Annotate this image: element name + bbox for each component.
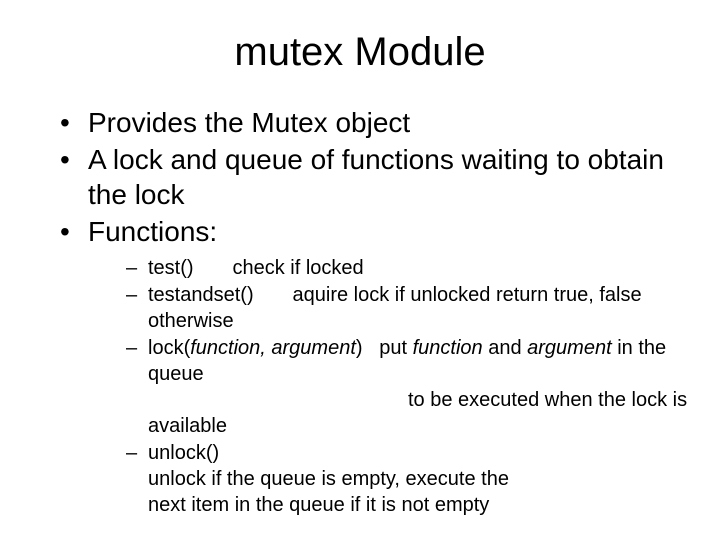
sub-bullet-item: test() check if locked [126, 255, 690, 281]
fn-desc-cont: available [148, 415, 227, 437]
fn-name: test() [148, 257, 194, 279]
fn-name: lock( [148, 337, 190, 359]
fn-desc: put [379, 337, 412, 359]
fn-desc-cont: to be executed when the lock is [148, 387, 687, 413]
sub-bullet-list: test() check if locked testandset() aqui… [88, 255, 690, 518]
bullet-item: Functions: test() check if locked testan… [60, 214, 690, 518]
sub-bullet-item: lock(function, argument) put function an… [126, 335, 690, 439]
sub-bullet-item: testandset() aquire lock if unlocked ret… [126, 282, 690, 334]
fn-desc-italic: argument [527, 337, 612, 359]
bullet-list: Provides the Mutex object A lock and que… [30, 105, 690, 518]
slide: mutex Module Provides the Mutex object A… [0, 0, 720, 540]
bullet-item: Provides the Mutex object [60, 105, 690, 140]
sub-bullet-item: unlock() unlock if the queue is empty, e… [126, 440, 690, 518]
bullet-text: Functions: [88, 216, 217, 247]
fn-desc: and [483, 337, 527, 359]
fn-desc: unlock if the queue is empty, execute th… [148, 466, 548, 518]
fn-args: function, argument [190, 337, 356, 359]
slide-title: mutex Module [30, 30, 690, 75]
fn-name: unlock() [148, 440, 298, 466]
fn-name-close: ) [356, 337, 363, 359]
fn-desc: check if locked [232, 257, 363, 279]
bullet-item: A lock and queue of functions waiting to… [60, 142, 690, 212]
fn-name: testandset() [148, 284, 254, 306]
fn-desc-italic: function [413, 337, 483, 359]
